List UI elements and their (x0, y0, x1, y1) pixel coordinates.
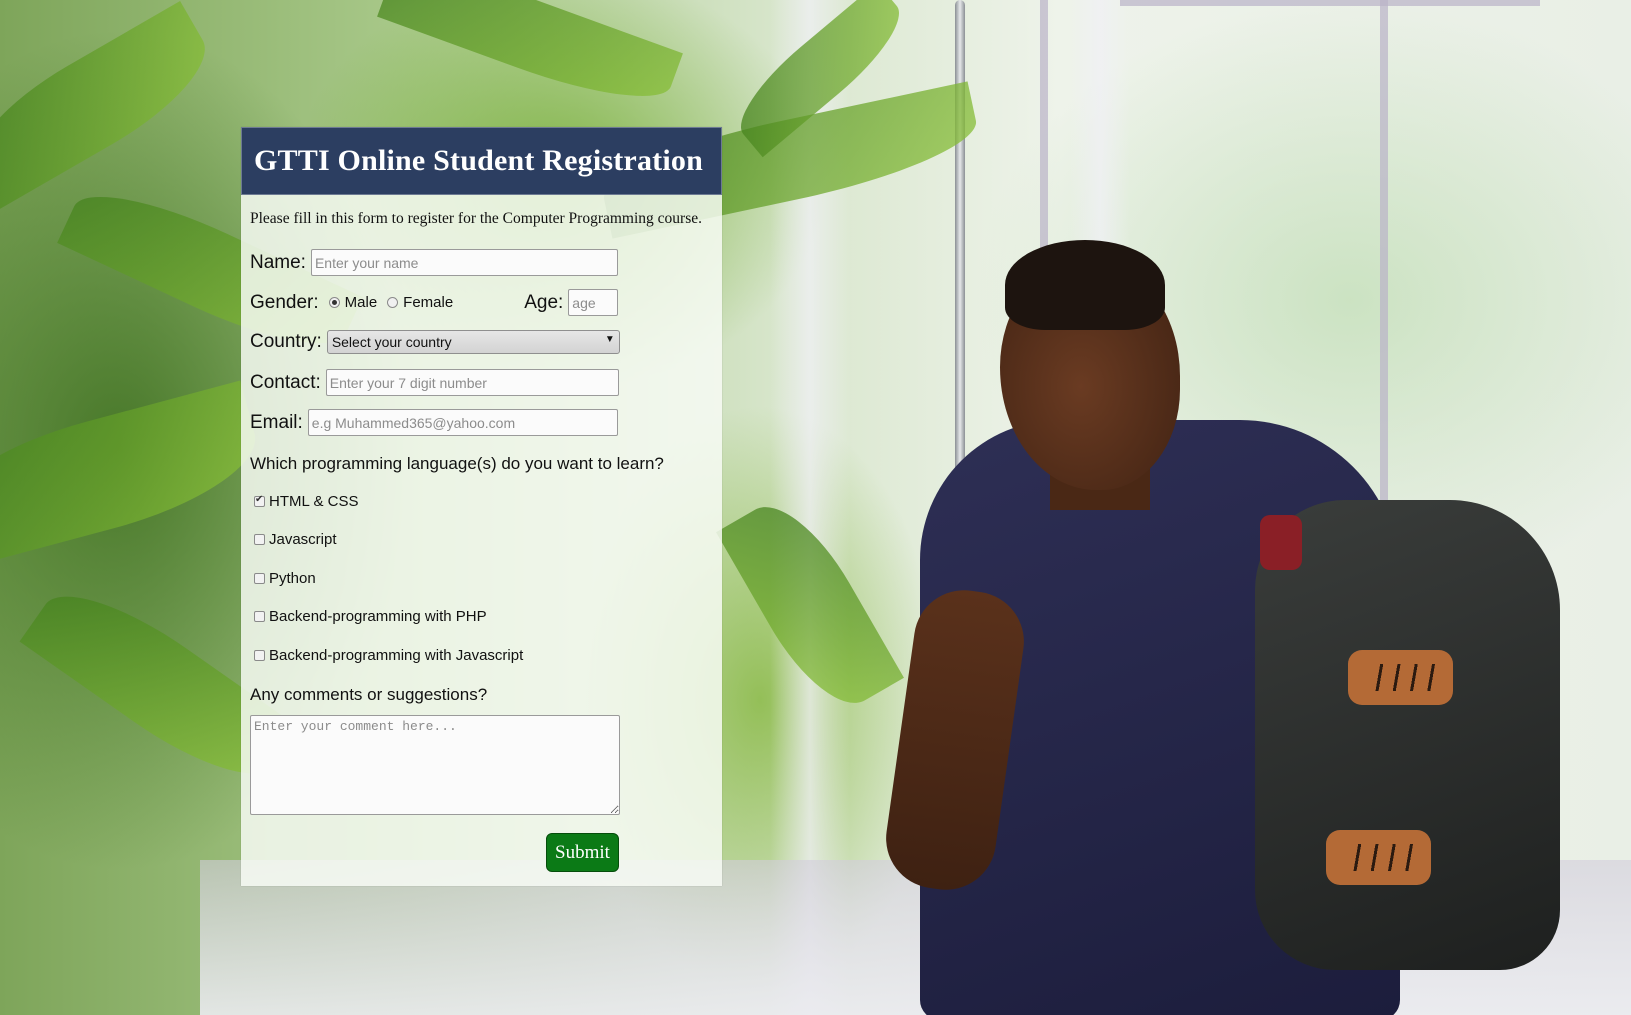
language-option: Backend-programming with Javascript (254, 647, 523, 664)
name-input[interactable] (310, 249, 618, 276)
country-select-value: Select your country (331, 334, 452, 350)
name-label: Name: (250, 251, 306, 273)
form-header: GTTI Online Student Registration (241, 127, 722, 195)
language-option: HTML & CSS (254, 493, 358, 510)
leaf-shape (0, 380, 269, 570)
country-label: Country: (250, 331, 322, 352)
language-label: Backend-programming with Javascript (269, 647, 524, 664)
email-row: Email: (250, 409, 618, 436)
language-label: Javascript (269, 531, 337, 548)
languages-question: Which programming language(s) do you wan… (250, 454, 664, 473)
form-intro: Please fill in this form to register for… (250, 210, 702, 227)
language-label: Python (269, 570, 316, 587)
hair (1005, 240, 1165, 330)
gender-female-label: Female (403, 294, 454, 311)
language-option: Javascript (254, 531, 337, 548)
backpack-patch (1326, 830, 1431, 885)
email-label: Email: (250, 411, 303, 433)
language-checkbox-backend-js[interactable] (254, 650, 265, 661)
form-title: GTTI Online Student Registration (254, 144, 703, 177)
language-checkbox-html-css[interactable] (254, 494, 265, 507)
leaf-shape (0, 1, 226, 209)
student-figure (879, 240, 1560, 1015)
gender-label: Gender: (250, 291, 319, 313)
gender-male-radio[interactable] (328, 297, 340, 308)
leaf-shape (377, 0, 683, 120)
contact-label: Contact: (250, 371, 321, 393)
gender-row: Gender: Male Female Age: (250, 289, 620, 316)
language-label: Backend-programming with PHP (269, 608, 487, 625)
backpack-trim (1260, 515, 1302, 570)
submit-button[interactable]: Submit (546, 833, 619, 872)
contact-row: Contact: (250, 369, 619, 396)
comments-question: Any comments or suggestions? (250, 685, 488, 704)
email-input[interactable] (307, 409, 618, 436)
contact-input[interactable] (325, 369, 619, 396)
language-checkbox-python[interactable] (254, 573, 265, 584)
language-option: Backend-programming with PHP (254, 608, 487, 625)
gender-male-label: Male (344, 294, 378, 311)
door-frame (1120, 0, 1540, 6)
comments-textarea[interactable] (250, 715, 620, 815)
country-row: Country: Select your country ▼ (250, 330, 620, 354)
chevron-down-icon: ▼ (604, 334, 615, 345)
language-option: Python (254, 570, 316, 587)
age-input[interactable] (568, 289, 619, 316)
country-select[interactable]: Select your country ▼ (326, 330, 620, 354)
gender-female-radio[interactable] (387, 297, 399, 308)
language-label: HTML & CSS (269, 493, 359, 510)
age-label: Age: (524, 291, 564, 313)
registration-form: GTTI Online Student Registration Please … (241, 127, 722, 886)
language-checkbox-javascript[interactable] (254, 534, 265, 545)
backpack-patch (1348, 650, 1453, 705)
name-row: Name: (250, 249, 618, 276)
backpack (1255, 500, 1560, 970)
language-checkbox-php[interactable] (254, 611, 265, 622)
